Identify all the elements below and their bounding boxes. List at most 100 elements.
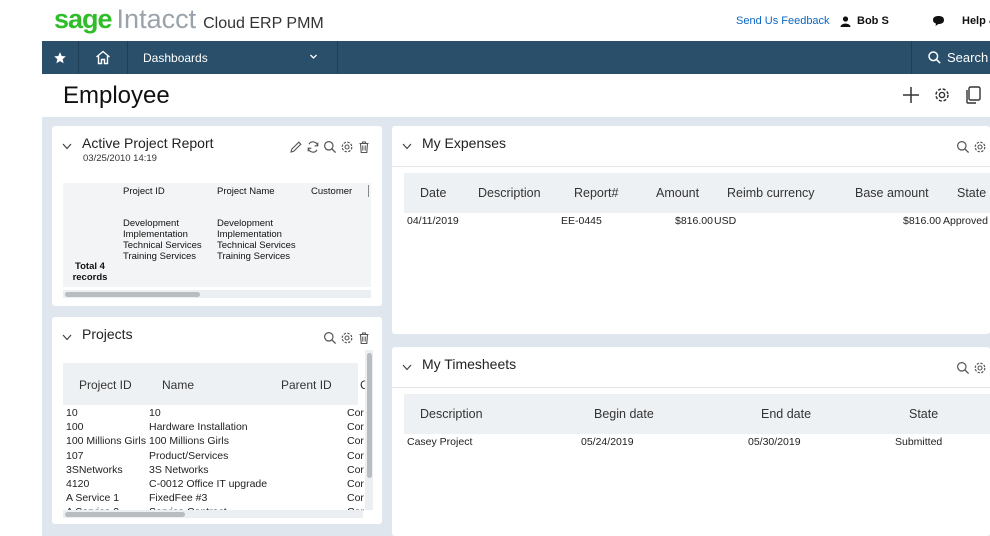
project-name: 10: [149, 407, 161, 419]
search-label: Search: [947, 50, 989, 65]
copy-icon[interactable]: [964, 86, 982, 104]
project-name: Hardware Installation: [149, 421, 248, 434]
column-header[interactable]: Base amount: [855, 186, 929, 200]
project-name-cell: Development Implementation Technical Ser…: [217, 218, 296, 262]
table-row[interactable]: A Service 1 FixedFee #3 Cor: [66, 492, 366, 506]
report-value: Technical Services: [123, 240, 202, 251]
search-icon[interactable]: [323, 140, 337, 154]
collapse-chevron-icon[interactable]: [62, 143, 72, 150]
gear-icon[interactable]: [340, 331, 354, 345]
home-button[interactable]: [79, 41, 128, 74]
column-header[interactable]: Customer: [311, 186, 352, 197]
column-header[interactable]: Name: [162, 378, 194, 392]
scrollbar-thumb[interactable]: [65, 512, 185, 517]
column-header[interactable]: Description: [478, 186, 541, 200]
report-value: Training Services: [123, 251, 197, 262]
scrollbar-thumb[interactable]: [367, 353, 372, 478]
search-icon[interactable]: [956, 140, 970, 154]
table-row[interactable]: 4120 C-0012 Office IT upgrade Cor: [66, 478, 366, 492]
column-header[interactable]: Project ID: [79, 378, 132, 392]
trash-icon[interactable]: [357, 331, 371, 345]
search-icon[interactable]: [956, 361, 970, 375]
timesheet-begin-date: 05/24/2019: [581, 436, 634, 448]
gear-icon[interactable]: [973, 361, 987, 375]
edit-pencil-icon[interactable]: [289, 140, 303, 154]
report-value: Development: [123, 218, 179, 229]
project-extra: Cor: [347, 407, 364, 419]
user-menu[interactable]: Bob S: [840, 15, 889, 27]
trash-icon[interactable]: [357, 140, 371, 154]
dashboards-dropdown[interactable]: Dashboards: [128, 41, 338, 74]
add-icon[interactable]: [902, 86, 920, 104]
table-row[interactable]: 10 10 Cor: [66, 407, 366, 421]
gear-icon[interactable]: [340, 140, 354, 154]
panel-tools: [323, 331, 371, 345]
table-row[interactable]: 3SNetworks 3S Networks Cor: [66, 464, 366, 478]
table-row[interactable]: 04/11/2019 EE-0445 $816.00 USD $816.00 A…: [392, 215, 990, 229]
total-line: records: [72, 272, 108, 283]
project-extra: Cor: [347, 421, 364, 434]
timesheets-table-header: Description Begin date End date State: [404, 394, 990, 434]
report-value: Training Services: [217, 251, 291, 262]
brand-intacct: Intacct: [116, 4, 197, 34]
column-header[interactable]: Project Name: [217, 186, 275, 197]
project-name: C-0012 Office IT upgrade: [149, 477, 268, 490]
brand-sage: sage: [54, 4, 113, 34]
chevron-down-icon: [310, 54, 317, 59]
projects-table-body: 10 10 Cor 100 Hardware Installation Cor 100 …: [66, 407, 366, 521]
panel-title: My Timesheets: [422, 356, 517, 372]
search-icon[interactable]: [323, 331, 337, 345]
favorites-button[interactable]: [42, 41, 79, 74]
scrollbar-thumb[interactable]: [65, 292, 200, 297]
gear-icon[interactable]: [973, 140, 987, 154]
panel-tools: [956, 361, 987, 375]
column-header[interactable]: End date: [761, 407, 811, 421]
timesheet-state: Submitted: [895, 436, 943, 448]
vertical-scrollbar[interactable]: [365, 350, 373, 510]
table-row[interactable]: Casey Project 05/24/2019 05/30/2019 Subm…: [392, 436, 990, 450]
help-link[interactable]: Help &: [962, 15, 990, 27]
send-feedback-link[interactable]: Send Us Feedback: [736, 15, 830, 27]
table-row[interactable]: 100 Millions Girls 100 Millions Girls Cor: [66, 435, 366, 449]
column-header[interactable]: Project ID: [123, 186, 165, 197]
column-header[interactable]: Report#: [574, 186, 618, 200]
search-button[interactable]: Search: [911, 41, 990, 74]
column-header[interactable]: Amount: [656, 186, 699, 200]
collapse-chevron-icon[interactable]: [62, 334, 72, 341]
project-id: 107: [66, 449, 84, 462]
settings-gear-icon[interactable]: [933, 86, 951, 104]
column-header[interactable]: Description: [420, 407, 483, 421]
project-extra: Cor: [347, 492, 364, 505]
brand-logo[interactable]: sage Intacct Cloud ERP PMM: [54, 4, 324, 35]
total-line: Total 4: [75, 261, 105, 272]
search-icon: [928, 51, 941, 64]
collapse-chevron-icon[interactable]: [402, 364, 412, 371]
chat-icon[interactable]: [932, 15, 945, 27]
column-divider: [368, 185, 369, 197]
panel-title: Active Project Report: [82, 135, 214, 151]
table-row[interactable]: 100 Hardware Installation Cor: [66, 421, 366, 435]
column-header[interactable]: State: [957, 186, 986, 200]
panel-title: Projects: [82, 326, 133, 342]
project-extra: Cor: [347, 463, 364, 476]
project-id-cell: Development Implementation Technical Ser…: [123, 218, 202, 262]
horizontal-scrollbar[interactable]: [63, 290, 371, 298]
column-header[interactable]: Reimb currency: [727, 186, 815, 200]
top-bar: sage Intacct Cloud ERP PMM Send Us Feedb…: [0, 0, 990, 41]
column-header[interactable]: Date: [420, 186, 446, 200]
project-id: 100: [66, 421, 84, 434]
dashboards-label: Dashboards: [143, 51, 208, 65]
project-name: FixedFee #3: [149, 492, 208, 505]
column-header[interactable]: Begin date: [594, 407, 654, 421]
table-row[interactable]: 107 Product/Services Cor: [66, 450, 366, 464]
project-extra: Cor: [347, 435, 364, 448]
my-timesheets-panel: My Timesheets Description Begin date End…: [392, 347, 990, 536]
projects-panel: Projects Project ID Name Parent ID C 101…: [52, 317, 382, 524]
column-header[interactable]: State: [909, 407, 938, 421]
horizontal-scrollbar[interactable]: [63, 510, 363, 518]
column-header[interactable]: Parent ID: [281, 378, 332, 392]
refresh-icon[interactable]: [306, 140, 320, 154]
project-id: 4120: [66, 477, 90, 490]
project-id: 100 Millions Girls: [66, 435, 146, 448]
collapse-chevron-icon[interactable]: [402, 143, 412, 150]
